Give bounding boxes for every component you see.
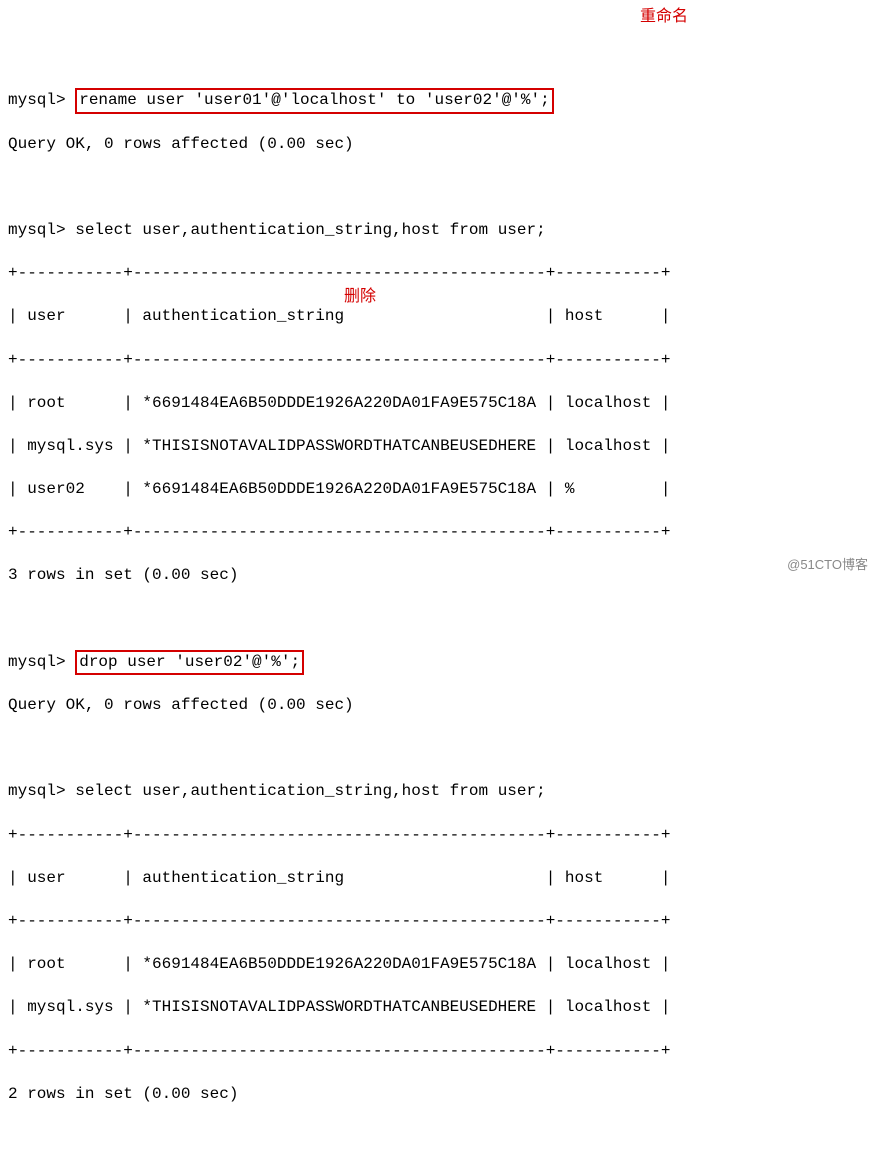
rename-annotation: 重命名: [640, 6, 688, 28]
table-border: +-----------+---------------------------…: [8, 263, 868, 285]
prompt: mysql>: [8, 91, 66, 109]
blank-line: [8, 609, 868, 631]
prompt: mysql>: [8, 221, 66, 239]
row-count: 3 rows in set (0.00 sec): [8, 565, 868, 587]
table-border: +-----------+---------------------------…: [8, 1041, 868, 1063]
table-border: +-----------+---------------------------…: [8, 911, 868, 933]
terminal-line: mysql> select user,authentication_string…: [8, 781, 868, 803]
query-result: Query OK, 0 rows affected (0.00 sec): [8, 695, 868, 717]
table-header: | user | authentication_string | host |: [8, 306, 868, 328]
table-border: +-----------+---------------------------…: [8, 825, 868, 847]
blank-line: [8, 738, 868, 760]
drop-annotation: 删除: [344, 286, 376, 308]
blank-line: [8, 177, 868, 199]
table-row: | root | *6691484EA6B50DDDE1926A220DA01F…: [8, 393, 868, 415]
table-border: +-----------+---------------------------…: [8, 350, 868, 372]
terminal-line: mysql> select user,authentication_string…: [8, 220, 868, 242]
prompt: mysql>: [8, 782, 66, 800]
terminal-line: mysql> drop user 'user02'@'%';: [8, 652, 868, 674]
terminal-line: mysql> rename user 'user01'@'localhost' …: [8, 90, 868, 112]
prompt: mysql>: [8, 653, 66, 671]
watermark: @51CTO博客: [787, 556, 868, 574]
table-row: | mysql.sys | *THISISNOTAVALIDPASSWORDTH…: [8, 997, 868, 1019]
rename-command-box: rename user 'user01'@'localhost' to 'use…: [75, 88, 553, 114]
row-count: 2 rows in set (0.00 sec): [8, 1084, 868, 1106]
table-row: | root | *6691484EA6B50DDDE1926A220DA01F…: [8, 954, 868, 976]
query-result: Query OK, 0 rows affected (0.00 sec): [8, 134, 868, 156]
table-row: | user02 | *6691484EA6B50DDDE1926A220DA0…: [8, 479, 868, 501]
table-border: +-----------+---------------------------…: [8, 522, 868, 544]
drop-command-box: drop user 'user02'@'%';: [75, 650, 304, 676]
table-header: | user | authentication_string | host |: [8, 868, 868, 890]
select-command: select user,authentication_string,host f…: [75, 782, 545, 800]
table-row: | mysql.sys | *THISISNOTAVALIDPASSWORDTH…: [8, 436, 868, 458]
select-command: select user,authentication_string,host f…: [75, 221, 545, 239]
